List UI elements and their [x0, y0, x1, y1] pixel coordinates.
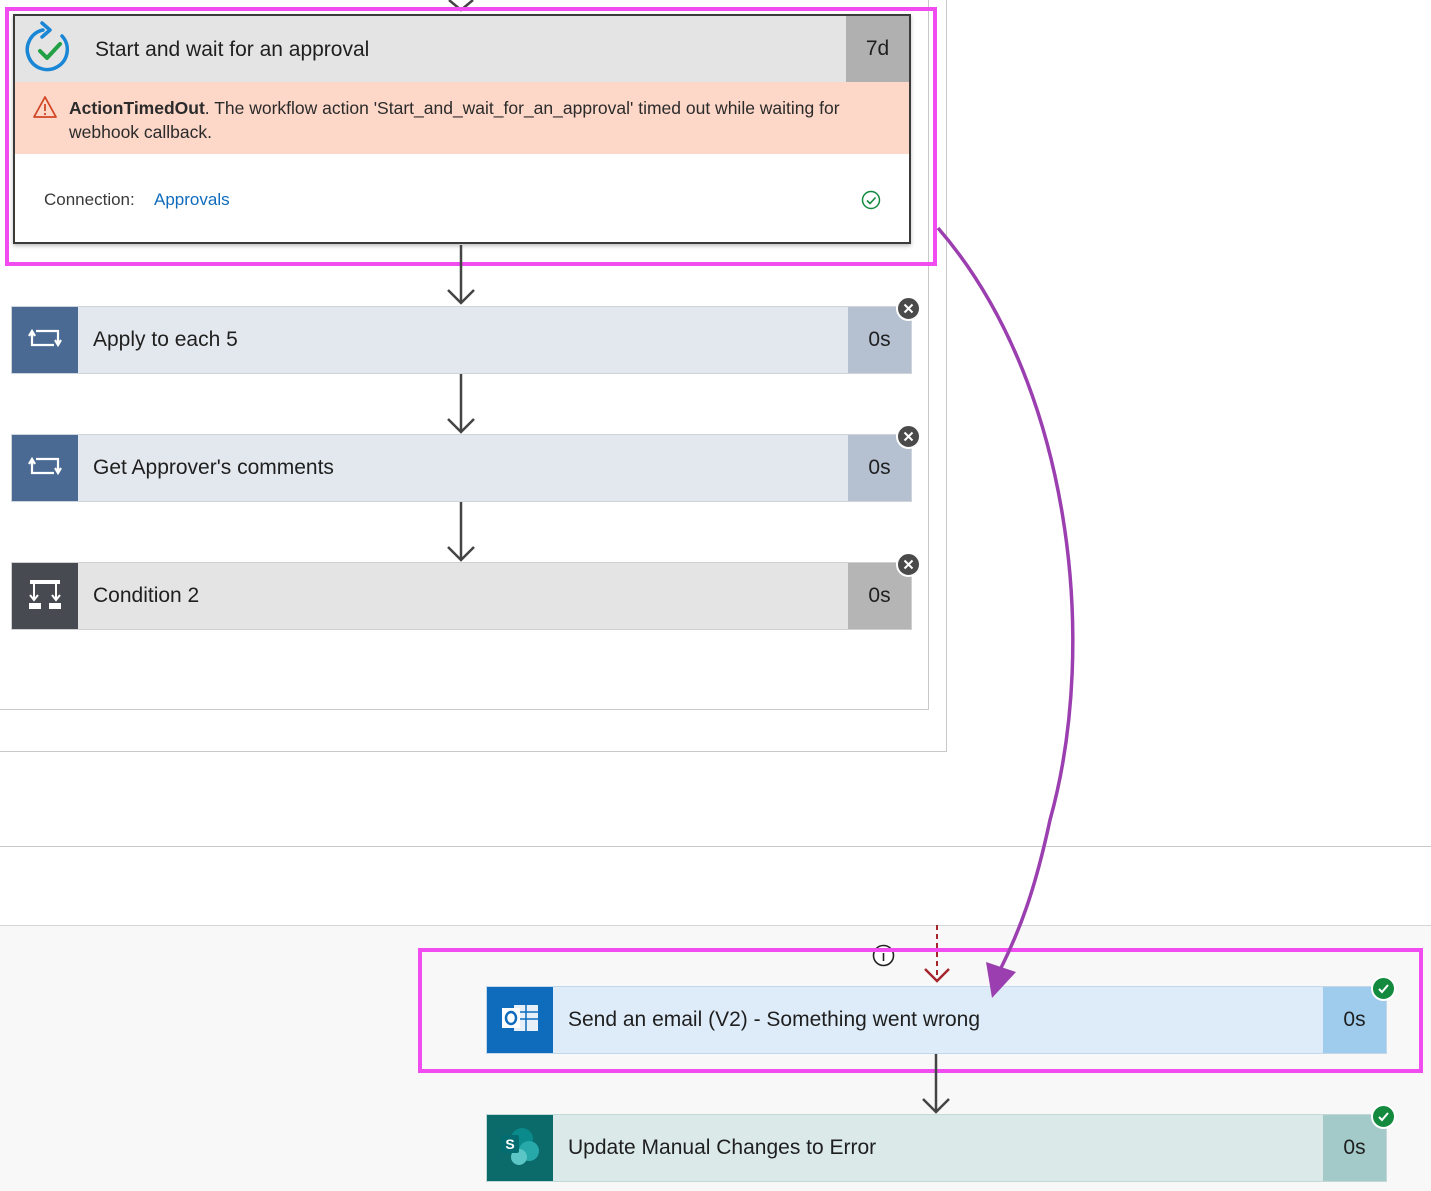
- loop-icon-box: [12, 435, 78, 501]
- loop-icon: [28, 453, 62, 484]
- svg-text:S: S: [505, 1136, 514, 1152]
- loop-icon-box: [12, 307, 78, 373]
- connector-arrow: [447, 502, 475, 562]
- step-update-manual-changes[interactable]: S Update Manual Changes to Error 0s: [486, 1114, 1387, 1182]
- cancelled-icon: [896, 296, 921, 321]
- scope-border-inner-bottom: [0, 709, 929, 710]
- step-title: Condition 2: [93, 584, 200, 607]
- condition-icon-box: [12, 563, 78, 629]
- connector-arrow: [447, 374, 475, 434]
- cancelled-icon: [896, 424, 921, 449]
- section-divider: [0, 846, 1431, 847]
- step-title: Update Manual Changes to Error: [568, 1136, 877, 1159]
- success-icon: [1371, 1104, 1396, 1129]
- connector-arrow: [447, 245, 475, 305]
- condition-icon: [28, 577, 62, 616]
- approval-highlight: [5, 7, 937, 266]
- cancelled-icon: [896, 552, 921, 577]
- loop-icon: [28, 325, 62, 356]
- step-condition-2[interactable]: Condition 2 0s: [11, 562, 912, 630]
- scope-border-outer-bottom: [0, 751, 947, 752]
- step-title: Apply to each 5: [93, 328, 238, 351]
- connector-arrow: [922, 1054, 950, 1114]
- step-get-approvers-comments[interactable]: Get Approver's comments 0s: [11, 434, 912, 502]
- sharepoint-icon-box: S: [487, 1115, 553, 1181]
- annotation-arrow: [936, 226, 1075, 998]
- step-title: Get Approver's comments: [93, 456, 334, 479]
- sharepoint-icon: S: [498, 1126, 542, 1171]
- step-apply-to-each-5[interactable]: Apply to each 5 0s: [11, 306, 912, 374]
